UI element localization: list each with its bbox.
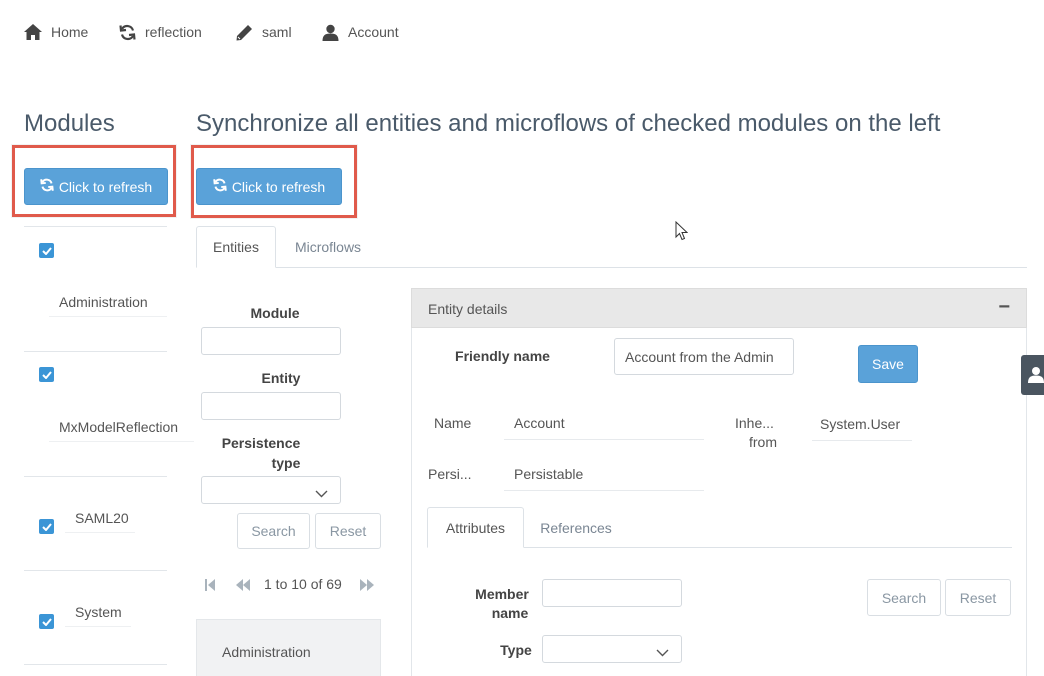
module-filter-label: Module <box>250 305 300 321</box>
feedback-widget[interactable] <box>1021 355 1044 395</box>
entity-list-row-label: Administration <box>222 644 311 660</box>
module-checkbox-system[interactable] <box>39 614 54 629</box>
name-label: Name <box>434 415 472 431</box>
module-divider <box>24 226 167 227</box>
module-filter-input[interactable] <box>201 327 341 355</box>
module-checkbox-administration[interactable] <box>39 243 54 258</box>
module-label-administration: Administration <box>49 294 167 317</box>
module-checkbox-saml20[interactable] <box>39 519 54 534</box>
friendly-name-input[interactable] <box>614 338 794 375</box>
tab-microflows-label: Microflows <box>294 239 362 255</box>
member-name-input[interactable] <box>542 579 682 607</box>
module-label-system: System <box>65 604 131 627</box>
user-icon <box>322 24 339 41</box>
entity-reset-button[interactable]: Reset <box>315 513 381 549</box>
module-divider <box>24 476 167 477</box>
nav-account-label: Account <box>348 24 399 40</box>
module-divider <box>24 570 167 571</box>
tab-microflows[interactable]: Microflows <box>280 226 376 268</box>
chevron-down-icon <box>656 644 669 660</box>
tab-attributes-label: Attributes <box>445 519 506 536</box>
home-icon <box>24 24 42 40</box>
persistence-filter-label-line1: Persistence <box>221 435 301 451</box>
main-refresh-button[interactable]: Click to refresh <box>196 168 342 205</box>
member-name-label-line2: name <box>491 605 529 621</box>
entity-search-button[interactable]: Search <box>237 513 310 549</box>
nav-reflection[interactable]: reflection <box>119 20 202 44</box>
entity-details-title: Entity details <box>428 301 508 317</box>
module-label-saml20: SAML20 <box>65 510 135 533</box>
entity-list-row[interactable]: Administration <box>196 619 381 676</box>
inherits-label-line1: Inhe... <box>735 415 774 431</box>
nav-saml[interactable]: saml <box>236 20 292 44</box>
nav-saml-label: saml <box>262 24 292 40</box>
tab-entities[interactable]: Entities <box>196 226 276 268</box>
modules-refresh-button[interactable]: Click to refresh <box>24 168 168 205</box>
type-select[interactable] <box>542 635 682 663</box>
page-title: Synchronize all entities and microflows … <box>196 110 941 137</box>
next-page-icon[interactable] <box>359 578 374 594</box>
refresh-icon <box>213 178 227 195</box>
nav-account[interactable]: Account <box>322 20 399 44</box>
nav-home-label: Home <box>51 24 89 40</box>
persistable-label: Persi... <box>428 466 472 482</box>
first-page-icon[interactable] <box>205 578 216 594</box>
attribute-reset-button[interactable]: Reset <box>945 579 1011 616</box>
name-value: Account <box>504 415 704 440</box>
nav-home[interactable]: Home <box>24 20 88 44</box>
pencil-icon <box>236 24 253 41</box>
mouse-cursor-icon <box>675 220 689 244</box>
inherits-value: System.User <box>812 416 912 441</box>
module-checkbox-mxmodelreflection[interactable] <box>39 367 54 382</box>
tab-references-label: References <box>540 519 612 536</box>
main-refresh-label: Click to refresh <box>231 178 326 195</box>
module-divider <box>24 351 167 352</box>
previous-page-icon[interactable] <box>236 578 251 594</box>
entity-filter-label: Entity <box>261 370 301 386</box>
save-button[interactable]: Save <box>858 345 918 383</box>
entity-details-header: Entity details − <box>411 288 1027 328</box>
friendly-name-label: Friendly name <box>455 348 550 364</box>
tab-entities-label: Entities <box>213 239 259 255</box>
tab-references[interactable]: References <box>528 507 624 548</box>
tab-attributes[interactable]: Attributes <box>427 507 524 548</box>
nav-reflection-label: reflection <box>145 24 202 40</box>
persistable-value: Persistable <box>504 466 704 491</box>
member-name-label-line1: Member <box>475 586 529 602</box>
inherits-label-line2: from <box>749 434 777 450</box>
modules-refresh-label: Click to refresh <box>58 178 153 195</box>
module-divider <box>24 664 167 665</box>
refresh-icon <box>119 24 136 41</box>
user-icon <box>1028 366 1044 387</box>
paging-text: 1 to 10 of 69 <box>264 576 342 592</box>
modules-title: Modules <box>24 110 115 137</box>
module-label-mxmodelreflection: MxModelReflection <box>49 419 194 442</box>
chevron-down-icon <box>315 485 328 501</box>
persistence-filter-label-line2: type <box>271 455 301 471</box>
entity-filter-input[interactable] <box>201 392 341 420</box>
refresh-icon <box>40 178 54 195</box>
persistence-filter-select[interactable] <box>201 476 341 504</box>
attribute-search-button[interactable]: Search <box>867 579 941 616</box>
collapse-icon[interactable]: − <box>998 296 1010 319</box>
